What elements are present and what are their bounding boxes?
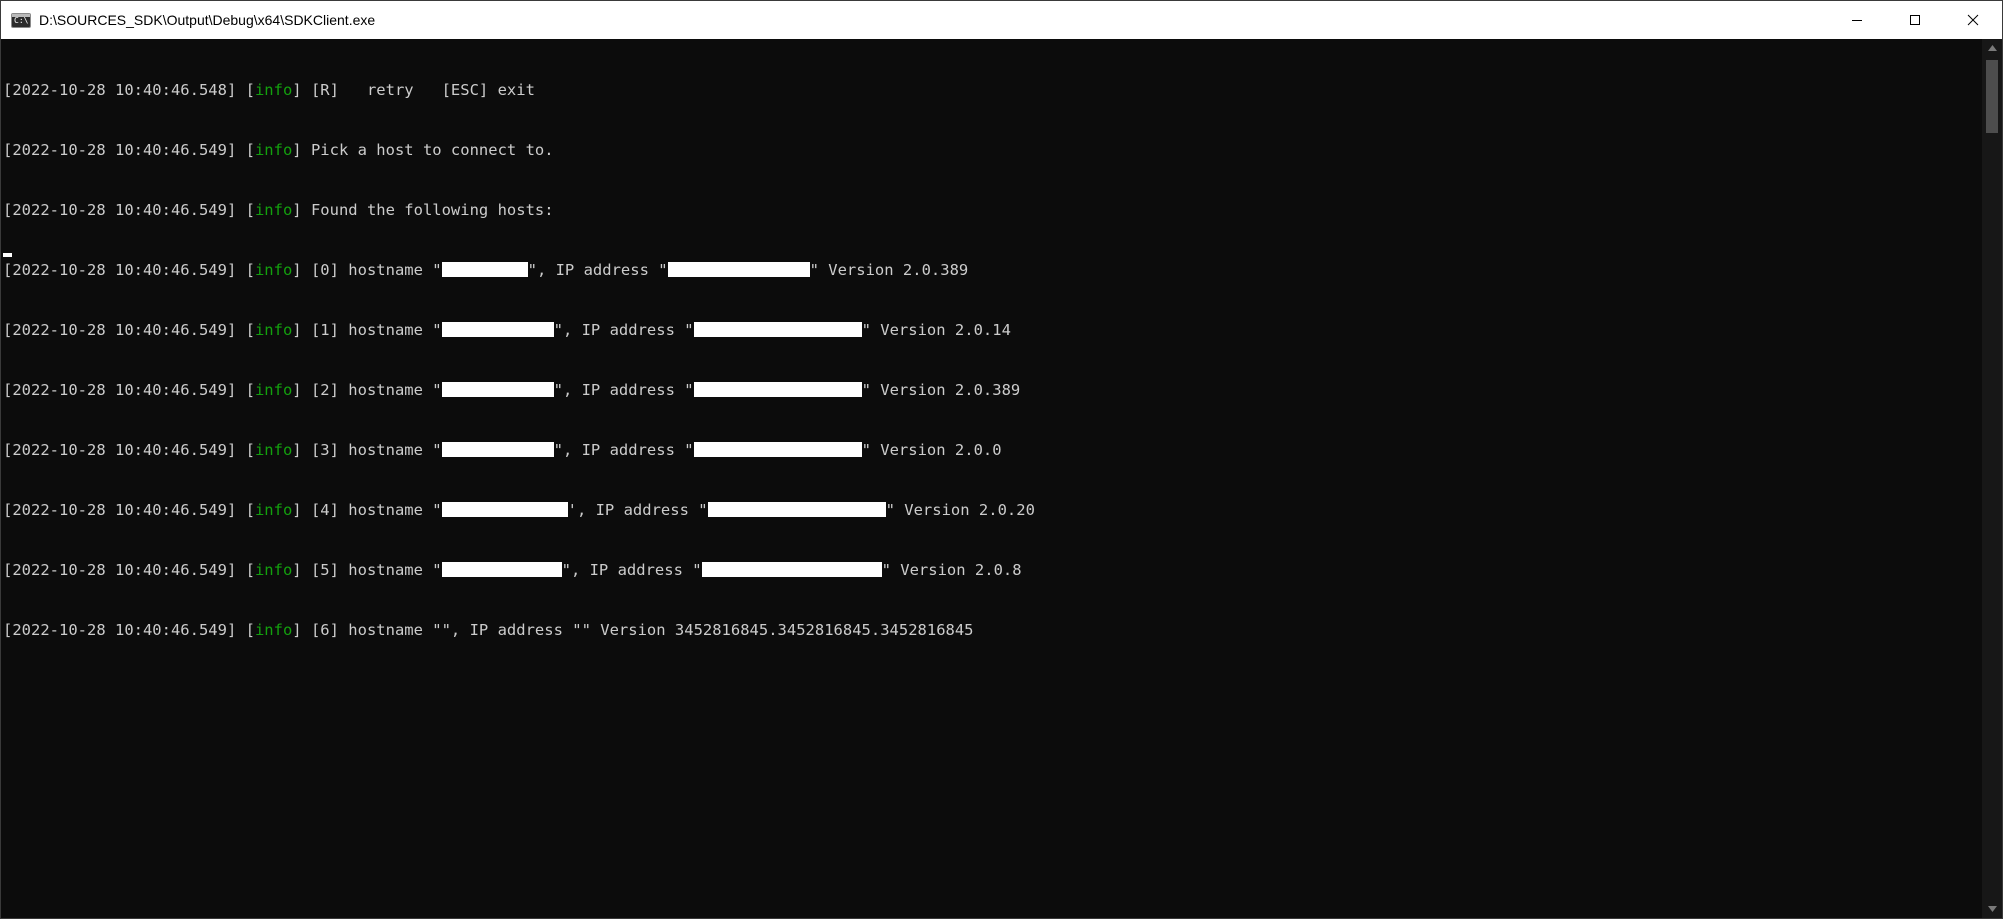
info-tag: info — [254, 561, 293, 579]
console-line: [2022-10-28 10:40:46.549] [info] [0] hos… — [3, 261, 969, 279]
redacted-ip-address — [693, 382, 862, 397]
console-line: [2022-10-28 10:40:46.548] [info] [R] ret… — [3, 81, 535, 99]
title-bar[interactable]: C:\ D:\SOURCES_SDK\Output\Debug\x64\SDKC… — [1, 1, 2002, 39]
console-line: [2022-10-28 10:40:46.549] [info] [5] hos… — [3, 561, 1022, 579]
scroll-down-button[interactable] — [1982, 900, 2002, 918]
redacted-hostname — [441, 502, 568, 517]
redacted-ip-address — [707, 502, 886, 517]
info-tag: info — [254, 381, 293, 399]
maximize-button[interactable] — [1886, 1, 1944, 39]
window-controls — [1828, 1, 2002, 39]
info-tag: info — [254, 621, 293, 639]
minimize-button[interactable] — [1828, 1, 1886, 39]
redacted-hostname — [441, 322, 554, 337]
console-line: [2022-10-28 10:40:46.549] [info] [1] hos… — [3, 321, 1011, 339]
minimize-icon — [1852, 20, 1862, 21]
redacted-ip-address — [693, 322, 862, 337]
chevron-down-icon — [1987, 906, 1997, 912]
redacted-hostname — [441, 382, 554, 397]
redacted-ip-address — [693, 442, 862, 457]
console-line: [2022-10-28 10:40:46.549] [info] [4] hos… — [3, 501, 1035, 519]
info-tag: info — [254, 321, 293, 339]
info-tag: info — [254, 501, 293, 519]
console-output[interactable]: [2022-10-28 10:40:46.548] [info] [R] ret… — [1, 39, 1982, 918]
console-line: [2022-10-28 10:40:46.549] [info] Pick a … — [3, 141, 554, 159]
redacted-hostname — [441, 262, 528, 277]
info-tag: info — [254, 141, 293, 159]
console-app-icon: C:\ — [11, 12, 31, 28]
chevron-up-icon — [1987, 45, 1997, 51]
redacted-ip-address — [667, 262, 810, 277]
scrollbar-thumb[interactable] — [1986, 60, 1998, 133]
redacted-hostname — [441, 562, 562, 577]
console-lines: [2022-10-28 10:40:46.548] [info] [R] ret… — [3, 40, 1035, 680]
close-icon — [1967, 14, 1979, 26]
info-tag: info — [254, 441, 293, 459]
redacted-hostname — [441, 442, 554, 457]
console-line: [2022-10-28 10:40:46.549] [info] [6] hos… — [3, 621, 974, 639]
console-window: C:\ D:\SOURCES_SDK\Output\Debug\x64\SDKC… — [0, 0, 2003, 919]
info-tag: info — [254, 81, 293, 99]
close-button[interactable] — [1944, 1, 2002, 39]
console-line: [2022-10-28 10:40:46.549] [info] [3] hos… — [3, 441, 1002, 459]
vertical-scrollbar[interactable] — [1982, 39, 2002, 918]
window-title: D:\SOURCES_SDK\Output\Debug\x64\SDKClien… — [39, 12, 376, 28]
info-tag: info — [254, 201, 293, 219]
scroll-up-button[interactable] — [1982, 39, 2002, 57]
console-line: [2022-10-28 10:40:46.549] [info] Found t… — [3, 201, 554, 219]
redacted-ip-address — [701, 562, 882, 577]
maximize-icon — [1910, 15, 1920, 25]
info-tag: info — [254, 261, 293, 279]
console-line: [2022-10-28 10:40:46.549] [info] [2] hos… — [3, 381, 1021, 399]
text-cursor — [3, 253, 12, 257]
